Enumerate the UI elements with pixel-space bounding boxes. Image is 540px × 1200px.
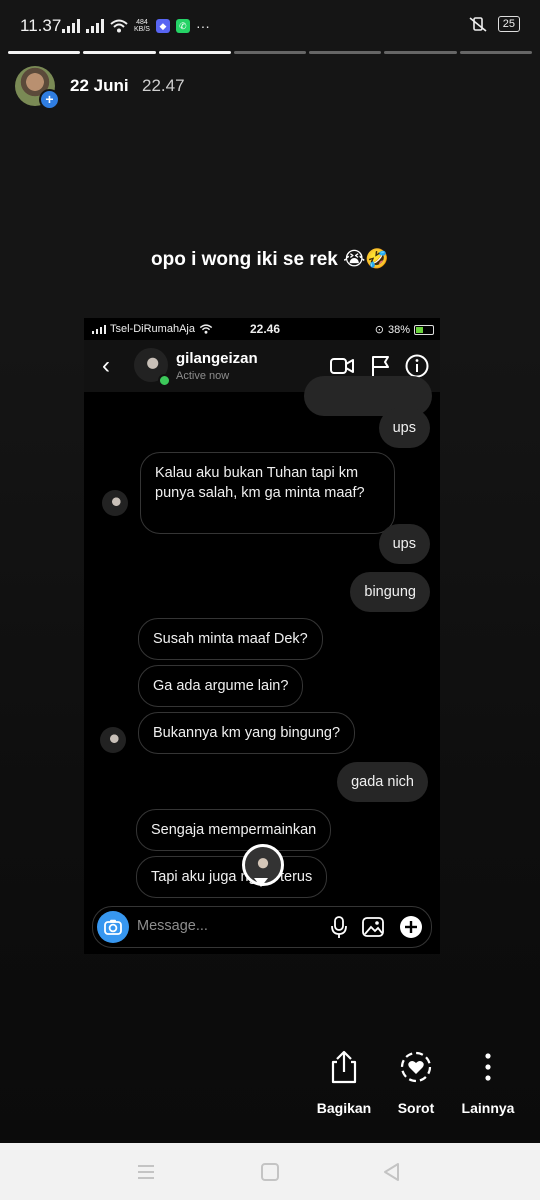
wifi-icon	[199, 324, 213, 334]
message-bubble-received[interactable]: Ga ada argume lain?	[138, 665, 304, 707]
message-composer[interactable]: Message...	[92, 906, 432, 948]
message-bubble-sent[interactable]: bingung	[350, 572, 430, 612]
story-caption: opo i wong iki se rek 😭🤣	[150, 249, 389, 270]
story-progress-segment	[233, 51, 307, 54]
video-call-icon[interactable]	[329, 354, 355, 378]
sender-avatar[interactable]	[100, 727, 126, 753]
highlight-button[interactable]: Sorot	[376, 1050, 456, 1116]
net-speed-value: 484	[136, 19, 148, 26]
battery-icon: 25	[497, 16, 520, 32]
back-icon[interactable]: ‹	[102, 352, 110, 380]
mention-marker-tip	[254, 878, 268, 887]
online-indicator	[158, 374, 171, 387]
message-bubble-received[interactable]: Susah minta maaf Dek?	[138, 618, 323, 660]
flag-icon[interactable]	[368, 354, 394, 378]
status-time: 11.37	[20, 16, 62, 35]
more-label: Lainnya	[461, 1100, 515, 1116]
story-progress-segment	[384, 51, 457, 54]
story-progress-segment	[459, 51, 532, 54]
add-story-icon[interactable]: +	[39, 89, 60, 110]
net-speed: 484 KB/S	[134, 19, 150, 33]
navigation-bar	[0, 1143, 540, 1200]
highlight-heart-icon	[400, 1051, 432, 1083]
gallery-icon[interactable]	[361, 915, 385, 939]
discord-icon: ◆	[155, 19, 170, 33]
message-bubble-received[interactable]: Bukannya km yang bingung?	[138, 712, 356, 754]
dm-active-status: Active now	[176, 370, 230, 382]
share-label: Bagikan	[316, 1100, 372, 1116]
story-progress-segment	[309, 51, 382, 54]
share-icon	[331, 1050, 357, 1084]
message-input[interactable]: Message...	[137, 918, 208, 934]
info-icon[interactable]	[404, 354, 430, 378]
story-time: 22.47	[142, 76, 185, 95]
net-speed-unit: KB/S	[134, 26, 150, 33]
screenshot-status-bar: Tsel-DiRumahAja 22.46 ⊙ 38%	[84, 318, 440, 340]
story-progress-segment	[8, 51, 81, 54]
camera-icon[interactable]	[97, 911, 129, 943]
message-bubble-received[interactable]: Tapi aku juga ngeni terus	[136, 856, 328, 898]
wifi-icon	[110, 19, 128, 33]
orientation-lock-icon: ⊙	[374, 324, 384, 336]
status-bar: 11.37 484 KB/S ◆ ✆ ··· 25	[0, 0, 540, 50]
story-progress-segment	[158, 51, 231, 54]
story-progress-segment	[83, 51, 156, 54]
message-bubble-sent[interactable]: ups	[378, 408, 430, 448]
back-nav-icon[interactable]	[379, 1159, 405, 1185]
screenshot-battery: ⊙ 38%	[375, 323, 434, 336]
carrier-label: Tsel-DiRumahAja	[110, 323, 195, 335]
microphone-icon[interactable]	[327, 915, 351, 939]
story-viewer: 11.37 484 KB/S ◆ ✆ ··· 25 + 22 Juni 22.4…	[0, 0, 540, 1143]
whatsapp-icon: ✆	[175, 19, 190, 33]
vibrate-off-icon	[469, 17, 487, 32]
signal-icon	[92, 324, 106, 334]
battery-icon	[414, 324, 434, 335]
battery-label: 38%	[387, 323, 410, 336]
screenshot-carrier: Tsel-DiRumahAja	[92, 323, 213, 335]
message-bubble-sent[interactable]: gada nich	[337, 762, 428, 802]
dm-username[interactable]: gilangeizan	[176, 350, 258, 367]
highlight-label: Sorot	[397, 1100, 435, 1116]
story-date: 22 Juni	[70, 76, 129, 95]
share-button[interactable]: Bagikan	[304, 1050, 384, 1116]
message-bubble-received[interactable]: Sengaja mempermainkan	[136, 809, 332, 851]
screenshot-time: 22.46	[250, 322, 281, 336]
signal-icon	[62, 19, 80, 33]
status-right: 25	[468, 16, 520, 32]
home-icon[interactable]	[257, 1159, 283, 1185]
sender-avatar[interactable]	[102, 490, 128, 516]
message-bubble-received[interactable]: Kalau aku bukan Tuhan tapi km punya sala…	[140, 452, 395, 534]
more-notifications-icon: ···	[195, 18, 210, 34]
signal-icon-2	[86, 19, 104, 33]
menu-icon[interactable]	[133, 1159, 159, 1185]
more-vertical-icon	[485, 1053, 491, 1081]
message-bubble-sent[interactable]: ups	[378, 524, 430, 564]
add-icon[interactable]	[399, 915, 423, 939]
story-progress	[8, 51, 532, 54]
more-button[interactable]: Lainnya	[448, 1050, 528, 1116]
status-icons: 484 KB/S ◆ ✆ ···	[62, 16, 210, 36]
